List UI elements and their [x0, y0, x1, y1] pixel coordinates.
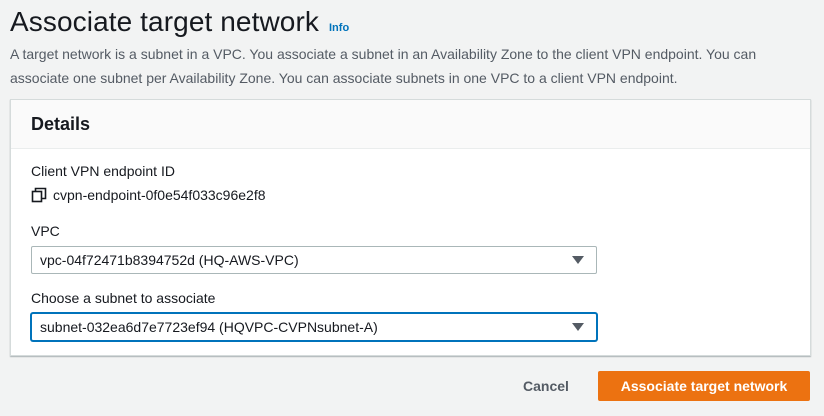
endpoint-id-label: Client VPN endpoint ID: [31, 163, 175, 179]
details-panel-header: Details: [11, 100, 810, 149]
cancel-button[interactable]: Cancel: [503, 372, 589, 400]
page-header: Associate target network Info: [10, 6, 349, 38]
page-description: A target network is a subnet in a VPC. Y…: [10, 46, 757, 86]
details-panel: Details Client VPN endpoint ID cvpn-endp…: [10, 99, 811, 356]
subnet-select-value: subnet-032ea6d7e7723ef94 (HQVPC-CVPNsubn…: [40, 319, 378, 335]
vpc-select-value: vpc-04f72471b8394752d (HQ-AWS-VPC): [40, 252, 299, 268]
subnet-select[interactable]: subnet-032ea6d7e7723ef94 (HQVPC-CVPNsubn…: [31, 313, 597, 341]
page-title: Associate target network: [10, 6, 319, 37]
info-link[interactable]: Info: [329, 22, 349, 34]
caret-down-icon: [572, 323, 584, 331]
copy-icon[interactable]: [31, 187, 47, 203]
associate-target-network-button[interactable]: Associate target network: [598, 371, 810, 401]
endpoint-id-row: cvpn-endpoint-0f0e54f033c96e2f8: [31, 187, 266, 203]
associate-target-network-page: Associate target network Info A target n…: [0, 0, 824, 416]
vpc-label: VPC: [31, 223, 60, 239]
subnet-label: Choose a subnet to associate: [31, 290, 216, 306]
details-title: Details: [31, 114, 91, 134]
endpoint-id-value: cvpn-endpoint-0f0e54f033c96e2f8: [53, 187, 266, 203]
caret-down-icon: [572, 256, 584, 264]
vpc-select[interactable]: vpc-04f72471b8394752d (HQ-AWS-VPC): [31, 246, 597, 274]
